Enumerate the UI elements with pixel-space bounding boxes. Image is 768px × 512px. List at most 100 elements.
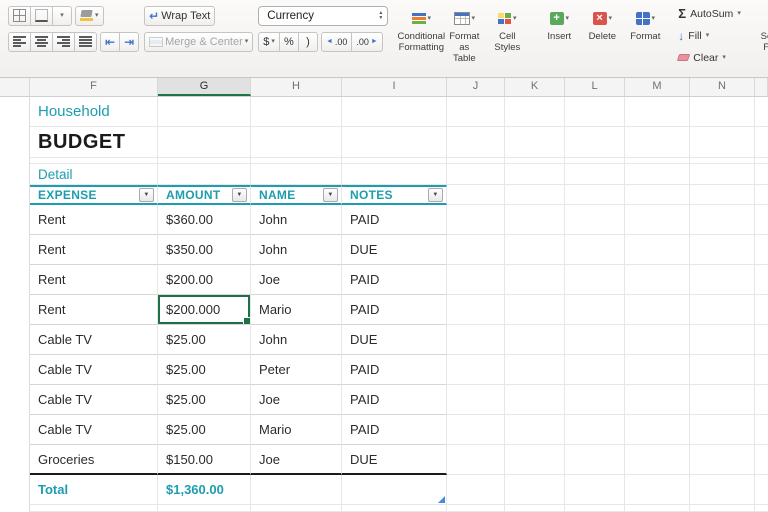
cell-empty[interactable] (690, 445, 755, 475)
cell-empty[interactable] (690, 235, 755, 265)
header-expense[interactable]: EXPENSE ▼ (30, 185, 158, 205)
cell-styles-button[interactable]: ▾ CellStyles (488, 5, 526, 73)
cell-empty[interactable] (251, 164, 342, 185)
cell-empty[interactable] (342, 505, 447, 512)
row-header[interactable] (0, 325, 30, 355)
cell-empty[interactable] (158, 97, 251, 127)
cell-notes[interactable]: DUE (342, 235, 447, 265)
filter-button-notes[interactable]: ▼ (428, 188, 443, 202)
row-header[interactable] (0, 205, 30, 235)
format-as-table-button[interactable]: ▾ Formatas Table (445, 5, 483, 73)
cell-empty[interactable] (505, 355, 565, 385)
cell-empty[interactable] (565, 185, 625, 205)
filter-button-expense[interactable]: ▼ (139, 188, 154, 202)
row-header[interactable] (0, 505, 30, 512)
cell-empty[interactable] (505, 325, 565, 355)
cell-empty-with-table-handle[interactable] (342, 475, 447, 505)
cell-empty[interactable] (565, 205, 625, 235)
cell-notes[interactable]: PAID (342, 355, 447, 385)
cell-empty[interactable] (505, 415, 565, 445)
column-header-L[interactable]: L (565, 78, 625, 96)
cell-empty[interactable] (505, 265, 565, 295)
cell-empty[interactable] (565, 415, 625, 445)
wrap-text-button[interactable]: ↵ Wrap Text (144, 6, 215, 26)
cell-empty[interactable] (625, 127, 690, 158)
cell-empty[interactable] (505, 164, 565, 185)
cell-name[interactable]: Mario (251, 295, 342, 325)
filter-button-name[interactable]: ▼ (323, 188, 338, 202)
cell-expense[interactable]: Rent (30, 235, 158, 265)
cell-empty[interactable] (342, 97, 447, 127)
cell-empty[interactable] (690, 355, 755, 385)
cell-empty[interactable] (565, 235, 625, 265)
row-header[interactable] (0, 235, 30, 265)
cell-empty[interactable] (505, 295, 565, 325)
cell-empty[interactable] (251, 475, 342, 505)
cell-empty[interactable] (447, 415, 505, 445)
cell-empty[interactable] (447, 295, 505, 325)
cell-empty[interactable] (625, 205, 690, 235)
cell-notes[interactable]: PAID (342, 205, 447, 235)
cell-amount[interactable]: $25.00 (158, 385, 251, 415)
cell-empty[interactable] (565, 127, 625, 158)
row-header[interactable] (0, 355, 30, 385)
cell-amount[interactable]: $200.00 (158, 265, 251, 295)
cell-empty[interactable] (690, 205, 755, 235)
cell-empty[interactable] (158, 505, 251, 512)
cell-empty[interactable] (625, 97, 690, 127)
row-header[interactable] (0, 475, 30, 505)
fill-color-button[interactable]: ▾ (75, 6, 104, 26)
cell-empty[interactable] (447, 505, 505, 512)
cell-empty[interactable] (447, 127, 505, 158)
cell-empty[interactable] (505, 185, 565, 205)
select-all-corner[interactable] (0, 78, 30, 96)
cell-name[interactable]: John (251, 325, 342, 355)
cell-empty[interactable] (565, 355, 625, 385)
align-center-button[interactable] (30, 32, 53, 52)
cell-empty[interactable] (690, 265, 755, 295)
clear-button[interactable]: Clear ▾ (678, 49, 741, 66)
cell-total-label[interactable]: Total (30, 475, 158, 505)
cell-empty[interactable] (625, 235, 690, 265)
cell-empty[interactable] (565, 505, 625, 512)
cell-empty[interactable] (505, 475, 565, 505)
cell-empty[interactable] (690, 325, 755, 355)
cell-section[interactable]: Detail (30, 164, 158, 185)
cell-expense[interactable]: Cable TV (30, 385, 158, 415)
format-cells-button[interactable]: ▾ Format (626, 5, 664, 73)
increase-indent-button[interactable]: ⇥ (119, 32, 139, 52)
bottom-border-button[interactable] (30, 6, 53, 26)
cell-empty[interactable] (625, 265, 690, 295)
cell-amount[interactable]: $150.00 (158, 445, 251, 475)
cell-empty[interactable] (505, 385, 565, 415)
cell-empty[interactable] (447, 205, 505, 235)
cell-empty[interactable] (565, 325, 625, 355)
cell-empty[interactable] (30, 505, 158, 512)
cell-empty[interactable] (690, 295, 755, 325)
cell-empty[interactable] (505, 505, 565, 512)
cell-empty[interactable] (251, 505, 342, 512)
cell-total-value[interactable]: $1,360.00 (158, 475, 251, 505)
cell-empty[interactable] (447, 355, 505, 385)
row-header[interactable] (0, 385, 30, 415)
cell-empty[interactable] (690, 385, 755, 415)
column-header-F[interactable]: F (30, 78, 158, 96)
cell-empty[interactable] (447, 475, 505, 505)
header-amount[interactable]: AMOUNT ▼ (158, 185, 251, 205)
cell-empty[interactable] (625, 164, 690, 185)
decrease-decimal-button[interactable]: ◄ .00 (321, 32, 352, 52)
cell-empty[interactable] (505, 235, 565, 265)
conditional-formatting-button[interactable]: ▾ ConditionalFormatting (402, 5, 440, 73)
cell-empty[interactable] (342, 164, 447, 185)
sort-filter-button[interactable]: AZ ↓ Sort &Filter (755, 5, 768, 73)
row-header[interactable] (0, 295, 30, 325)
cell-empty[interactable] (625, 505, 690, 512)
cell-expense[interactable]: Groceries (30, 445, 158, 475)
cell-amount[interactable]: $360.00 (158, 205, 251, 235)
cell-empty[interactable] (158, 127, 251, 158)
cell-notes[interactable]: DUE (342, 445, 447, 475)
cell-empty[interactable] (565, 385, 625, 415)
cell-empty[interactable] (690, 415, 755, 445)
cell-empty[interactable] (447, 265, 505, 295)
cell-name[interactable]: John (251, 205, 342, 235)
